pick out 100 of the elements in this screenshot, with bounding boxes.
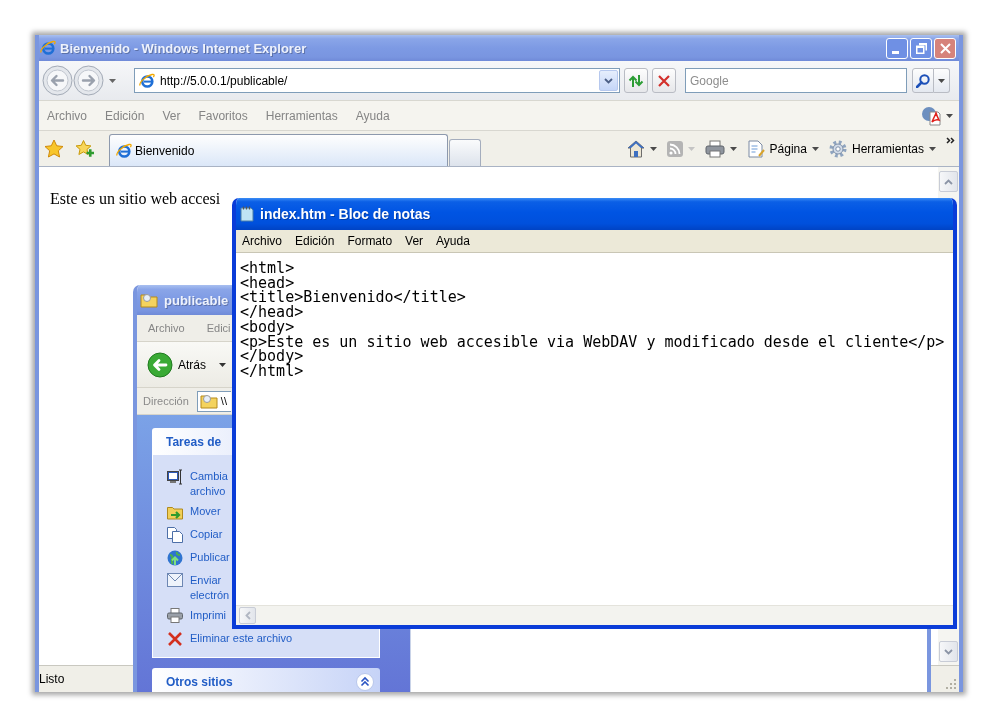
- search-icon: [916, 73, 930, 88]
- forward-button[interactable]: [73, 65, 104, 96]
- caret-icon: [108, 78, 116, 83]
- printer-icon: [704, 139, 725, 158]
- task-link[interactable]: Cambia archivo: [190, 469, 228, 499]
- back-button[interactable]: [42, 65, 73, 96]
- scroll-down-button[interactable]: [939, 641, 958, 662]
- arrow-right-icon: [73, 65, 104, 96]
- restore-button[interactable]: [910, 37, 932, 59]
- cross-icon: [658, 74, 670, 87]
- resize-grip-icon[interactable]: [946, 679, 956, 689]
- double-chevron-icon: [946, 137, 955, 144]
- browser-logo-icon: [116, 142, 132, 159]
- menu-item[interactable]: Edición: [295, 234, 335, 248]
- scroll-left-button[interactable]: [239, 607, 256, 624]
- menu-item[interactable]: Ver: [405, 234, 424, 248]
- monitor-icon: [167, 469, 183, 485]
- code-line: <title>Bienvenido</title>: [240, 290, 466, 306]
- envelope-icon: [167, 573, 183, 587]
- close-button[interactable]: [934, 37, 956, 59]
- caret-icon: [687, 146, 695, 151]
- caret-icon: [946, 113, 953, 118]
- task-link[interactable]: Publicar: [190, 550, 230, 565]
- minimize-button[interactable]: [886, 37, 908, 59]
- arrow-left-icon: [147, 351, 173, 378]
- chevron-down-icon: [944, 648, 953, 655]
- notepad-icon: [240, 206, 254, 222]
- search-button[interactable]: [912, 68, 934, 93]
- folder-icon: [199, 393, 218, 409]
- arrows-icon: [628, 73, 644, 88]
- collapse-icon[interactable]: [356, 672, 374, 691]
- folder-arrow-icon: [167, 504, 183, 520]
- chevron-left-icon: [244, 611, 251, 620]
- menu-item[interactable]: Ver: [162, 108, 181, 123]
- address-label: Dirección: [143, 395, 189, 407]
- panel-title: Otros sitios: [166, 674, 233, 689]
- scroll-up-button[interactable]: [939, 171, 958, 192]
- code-line: </head>: [240, 305, 304, 320]
- task-link[interactable]: Enviar electrón: [190, 573, 230, 603]
- globe-icon: [167, 550, 183, 566]
- window-title: publicable: [164, 292, 229, 308]
- caret-icon: [929, 146, 936, 151]
- page-text: Este es un sitio web accesi: [50, 190, 221, 208]
- code-line: </html>: [240, 363, 304, 379]
- gear-icon: [828, 139, 847, 158]
- menu-item[interactable]: Edici: [206, 322, 231, 334]
- star-icon: [44, 138, 64, 159]
- task-link[interactable]: Mover: [190, 504, 221, 519]
- printer-icon: [167, 608, 183, 623]
- address-dropdown-button[interactable]: [599, 70, 618, 91]
- search-options-button[interactable]: [934, 68, 950, 93]
- add-favorite-button[interactable]: [75, 138, 95, 159]
- task-link[interactable]: Copiar: [190, 527, 223, 542]
- restore-icon: [915, 42, 927, 54]
- menu-item[interactable]: Herramientas: [265, 108, 338, 123]
- star-plus-icon: [75, 138, 95, 159]
- task-link[interactable]: Imprimi: [190, 608, 227, 623]
- code-line: <html>: [240, 261, 295, 276]
- back-button[interactable]: Atrás: [147, 351, 226, 378]
- code-line: </body>: [240, 349, 304, 364]
- caret-icon: [219, 362, 226, 367]
- browser-logo-icon: [40, 40, 56, 56]
- search-field[interactable]: Google: [685, 68, 907, 93]
- address-field[interactable]: http://5.0.0.1/publicable/: [134, 68, 620, 93]
- menu-item[interactable]: Ayuda: [355, 108, 390, 123]
- menu-item[interactable]: Archivo: [148, 322, 185, 334]
- refresh-button[interactable]: [624, 68, 648, 93]
- window-title: index.htm - Bloc de notas: [260, 206, 431, 222]
- favorites-button[interactable]: [44, 138, 64, 159]
- menu-item[interactable]: Edición: [105, 108, 145, 123]
- overflow-button[interactable]: [946, 137, 955, 144]
- address-field[interactable]: \\: [196, 390, 231, 412]
- cross-icon: [167, 631, 183, 647]
- page-menu-button[interactable]: Página: [742, 136, 823, 161]
- close-icon: [939, 42, 951, 54]
- menu-item[interactable]: Favoritos: [198, 108, 248, 123]
- caret-icon: [729, 146, 737, 151]
- new-tab-button[interactable]: [449, 139, 481, 166]
- code-line: <head>: [240, 275, 295, 291]
- page-icon: [746, 139, 765, 158]
- stop-button[interactable]: [652, 68, 676, 93]
- chevron-down-icon: [604, 77, 613, 84]
- caret-icon: [649, 146, 657, 151]
- folder-icon: [140, 292, 158, 308]
- chevron-up-icon: [944, 178, 953, 185]
- task-link[interactable]: Eliminar este archivo: [190, 631, 293, 646]
- addon-button[interactable]: [921, 105, 953, 126]
- menu-item[interactable]: Ayuda: [436, 234, 470, 248]
- house-icon: [626, 139, 645, 158]
- menu-item[interactable]: Archivo: [242, 234, 282, 248]
- window-title: Bienvenido - Windows Internet Explorer: [60, 40, 307, 56]
- browser-logo-icon: [139, 72, 155, 89]
- tools-menu-button[interactable]: Herramientas: [824, 136, 940, 161]
- minimize-icon: [892, 50, 899, 54]
- caret-icon: [938, 78, 945, 83]
- menu-item[interactable]: Archivo: [47, 108, 87, 123]
- copy-icon: [167, 527, 183, 543]
- menu-item[interactable]: Formato: [347, 234, 393, 248]
- tab[interactable]: Bienvenido: [109, 134, 448, 166]
- document-icon: [921, 105, 941, 126]
